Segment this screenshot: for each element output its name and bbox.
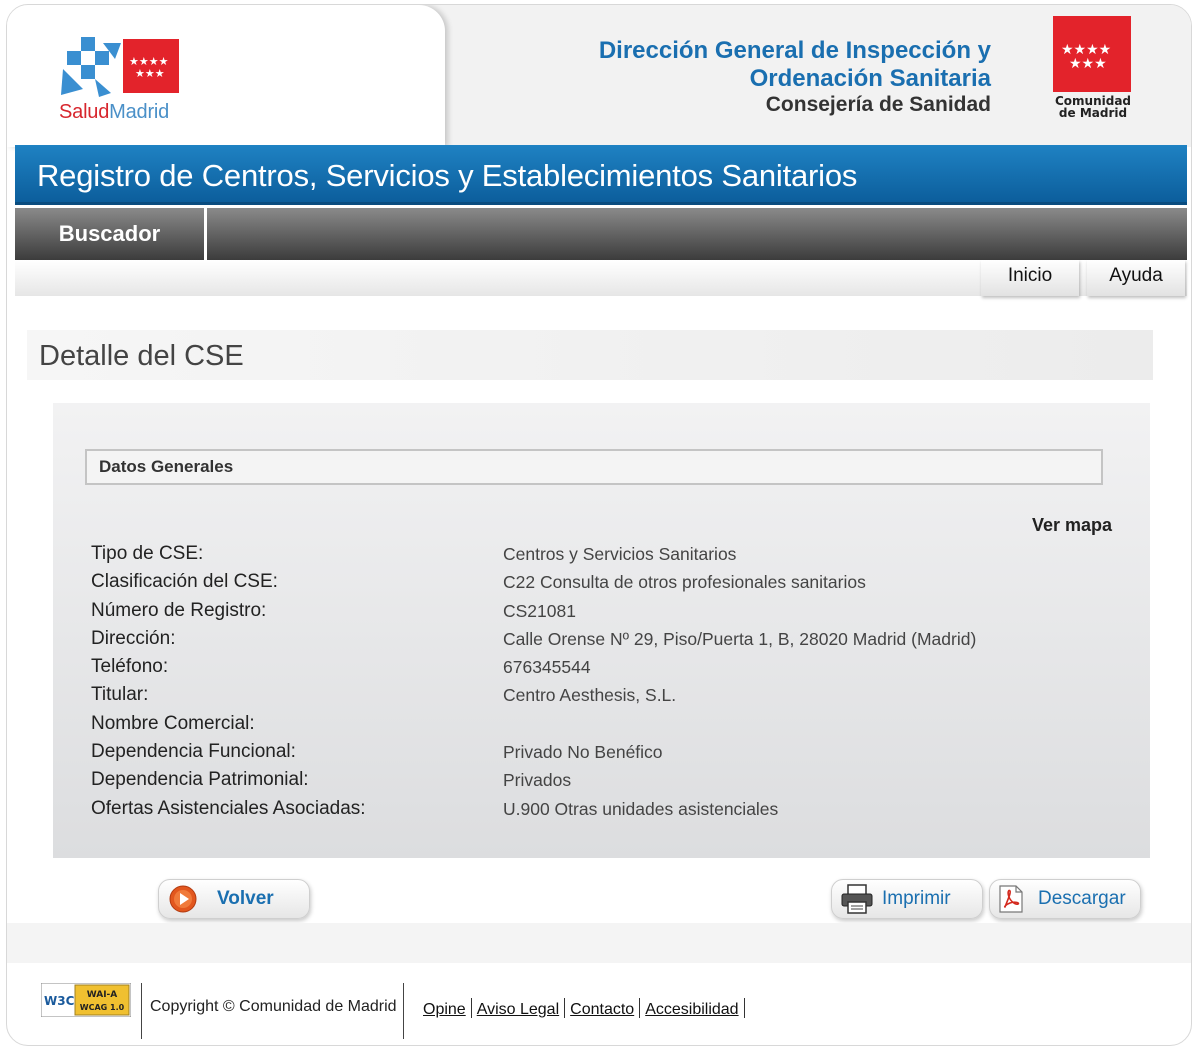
ministry-name: Consejería de Sanidad — [765, 93, 991, 116]
field-label: Ofertas Asistenciales Asociadas: — [91, 797, 366, 819]
wai-a-wcag-badge-icon[interactable]: W3C WAI-A WCAG 1.0 — [41, 983, 131, 1017]
department-title: Dirección General de Inspección y Ordena… — [599, 37, 991, 93]
printer-icon — [841, 884, 873, 914]
view-map-link[interactable]: Ver mapa — [1032, 515, 1112, 536]
back-button-label: Volver — [217, 888, 274, 909]
region-line-2: de Madrid — [1058, 106, 1128, 120]
footer-link-contacto[interactable]: Contacto — [570, 1001, 634, 1018]
footer-divider — [403, 983, 404, 1039]
field-value: 676345544 — [503, 657, 591, 678]
badge-wai-text: WAI-A — [87, 990, 118, 1000]
footer-link-accesibilidad[interactable]: Accesibilidad — [645, 1001, 738, 1018]
field-row-registro: Número de Registro: CS21081 — [91, 600, 1091, 628]
logo-tab: ★★★★ ★★★ SaludMadrid — [7, 5, 445, 147]
field-value: Privados — [503, 770, 572, 791]
field-value: Centro Aesthesis, S.L. — [503, 685, 677, 706]
play-circle-icon — [169, 885, 197, 913]
svg-text:★★★: ★★★ — [1069, 56, 1107, 72]
copyright-text: Copyright © Comunidad de Madrid — [150, 998, 397, 1015]
badge-wcag-text: WCAG 1.0 — [80, 1003, 125, 1012]
badge-w3c-text: W3C — [44, 994, 75, 1008]
field-label: Dependencia Patrimonial: — [91, 769, 309, 791]
department-line-2: Ordenación Sanitaria — [749, 65, 991, 92]
field-row-direccion: Dirección: Calle Orense Nº 29, Piso/Puer… — [91, 628, 1091, 656]
field-label: Número de Registro: — [91, 599, 267, 621]
link-separator — [470, 998, 472, 1018]
field-value: CS21081 — [503, 600, 576, 621]
field-label: Teléfono: — [91, 656, 169, 678]
site-header: ★★★★ ★★★ SaludMadrid Dirección General d… — [7, 5, 1191, 147]
field-value: Centros y Servicios Sanitarios — [503, 544, 737, 564]
link-separator — [639, 998, 641, 1018]
field-row-telefono: Teléfono: 676345544 — [91, 656, 1091, 684]
comunidad-madrid-logo[interactable]: ★★★★ ★★★ — [1053, 16, 1131, 92]
footer-divider — [141, 983, 142, 1039]
field-label: Dirección: — [91, 627, 176, 649]
field-label: Nombre Comercial: — [91, 712, 255, 734]
salud-madrid-wordmark: SaludMadrid — [59, 101, 169, 124]
field-row-dep-patrimonial: Dependencia Patrimonial: Privados — [91, 769, 1091, 797]
field-row-dep-funcional: Dependencia Funcional: Privado No Benéfi… — [91, 741, 1091, 769]
banner-title: Registro de Centros, Servicios y Estable… — [37, 158, 858, 193]
department-line-1: Dirección General de Inspección y — [598, 37, 991, 64]
link-separator — [743, 998, 745, 1018]
field-label: Titular: — [91, 684, 149, 706]
field-label: Clasificación del CSE: — [91, 571, 278, 593]
field-row-clasificacion: Clasificación del CSE: C22 Consulta de o… — [91, 571, 1091, 599]
pdf-file-icon — [999, 885, 1023, 913]
footer-links: Opine Aviso Legal Contacto Accesibilidad — [423, 998, 750, 1019]
field-row-ofertas: Ofertas Asistenciales Asociadas: U.900 O… — [91, 798, 1091, 826]
field-row-tipo: Tipo de CSE: Centros y Servicios Sanitar… — [91, 543, 1091, 571]
comunidad-madrid-wordmark: Comunidad de Madrid — [1051, 95, 1135, 119]
field-value: Calle Orense Nº 29, Piso/Puerta 1, B, 28… — [503, 628, 977, 649]
field-value: U.900 Otras unidades asistenciales — [503, 798, 779, 819]
nav-inicio-button[interactable]: Inicio — [981, 260, 1079, 296]
salud-wordmark-part2: Madrid — [109, 101, 170, 123]
salud-wordmark-part1: Salud — [59, 101, 110, 123]
back-button[interactable]: Volver — [158, 879, 310, 919]
registry-banner: Registro de Centros, Servicios y Estable… — [15, 145, 1187, 205]
footer-link-aviso-legal[interactable]: Aviso Legal — [477, 1001, 559, 1018]
field-row-nombre-comercial: Nombre Comercial: — [91, 713, 1091, 741]
page-frame: ★★★★ ★★★ SaludMadrid Dirección General d… — [6, 4, 1192, 1046]
section-header: Datos Generales — [85, 449, 1103, 485]
field-label: Dependencia Funcional: — [91, 741, 296, 763]
footer-link-opine[interactable]: Opine — [423, 1001, 466, 1018]
download-button[interactable]: Descargar — [989, 879, 1141, 919]
link-separator — [564, 998, 566, 1018]
nav-item-buscador[interactable]: Buscador — [15, 208, 207, 260]
print-button[interactable]: Imprimir — [831, 879, 983, 919]
download-button-label: Descargar — [1038, 888, 1126, 909]
field-row-titular: Titular: Centro Aesthesis, S.L. — [91, 684, 1091, 712]
nav-ayuda-button[interactable]: Ayuda — [1087, 260, 1185, 296]
sub-nav: Inicio Ayuda — [15, 260, 1187, 296]
field-value: C22 Consulta de otros profesionales sani… — [503, 572, 866, 593]
section-title: Datos Generales — [99, 457, 234, 476]
details-panel: Datos Generales Ver mapa Tipo de CSE: Ce… — [53, 403, 1150, 858]
page-title: Detalle del CSE — [39, 340, 244, 372]
page-title-strip: Detalle del CSE — [27, 330, 1153, 380]
details-fields: Tipo de CSE: Centros y Servicios Sanitar… — [91, 543, 1091, 826]
field-label: Tipo de CSE: — [91, 543, 204, 564]
main-nav: Buscador — [15, 208, 1187, 260]
footer-band — [7, 923, 1191, 963]
print-button-label: Imprimir — [882, 888, 951, 909]
field-value: Privado No Benéfico — [503, 742, 663, 763]
svg-text:★★★: ★★★ — [135, 67, 165, 80]
